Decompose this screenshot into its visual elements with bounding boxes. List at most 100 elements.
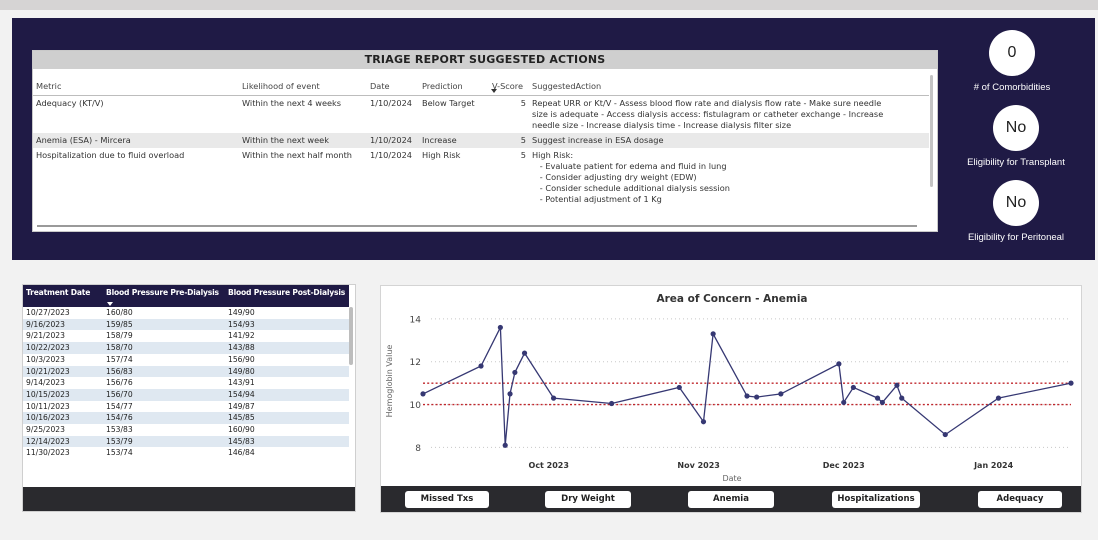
- hemoglobin-point: [942, 431, 948, 438]
- triage-action-line: Repeat URR or Kt/V - Assess blood flow r…: [532, 97, 882, 108]
- treatment-cell-date: 10/11/2023: [26, 401, 70, 411]
- treatment-cell-bp-post: 154/94: [225, 388, 349, 401]
- treatment-cell-date: 9/21/2023: [26, 331, 65, 341]
- x-axis-label: Date: [722, 474, 741, 483]
- treatment-cell-date: 11/30/2023: [26, 448, 70, 458]
- triage-scrollbar[interactable]: [930, 75, 933, 187]
- triage-row[interactable]: Adequacy (KT/V) Within the next 4 weeks 1/…: [33, 95, 929, 133]
- treatment-table: Treatment Date Blood Pressure Pre-Dialys…: [23, 285, 349, 459]
- triage-table: Metric Likelihood of event Date Predicti…: [33, 69, 929, 207]
- treatment-row[interactable]: 10/16/2023 154/76 145/85: [23, 412, 349, 425]
- nav-button-missed-txs[interactable]: Missed Txs: [405, 491, 489, 508]
- triage-cell-date: 1/10/2024: [370, 149, 412, 160]
- nav-button-hospitalizations[interactable]: Hospitalizations: [832, 491, 920, 508]
- y-tick-label: 12: [410, 358, 421, 368]
- treatment-footer-bar: [23, 487, 355, 511]
- col-suggested-action[interactable]: SuggestedAction: [529, 69, 929, 96]
- treatment-row[interactable]: 10/3/2023 157/74 156/90: [23, 354, 349, 366]
- treatment-cell-bp-pre: 154/76: [103, 412, 225, 425]
- hemoglobin-point: [899, 395, 905, 401]
- treatment-cell-bp-post: 149/90: [228, 308, 255, 317]
- hemoglobin-point: [521, 350, 528, 356]
- col-prediction[interactable]: Prediction: [419, 69, 489, 96]
- hemoglobin-point: [1068, 380, 1074, 386]
- sort-desc-icon: [107, 302, 113, 306]
- col-treatment-date[interactable]: Treatment Date: [23, 285, 103, 307]
- col-bp-pre-label: Blood Pressure Pre-Dialysis: [106, 288, 219, 297]
- treatment-row[interactable]: 12/14/2023 153/79 145/83: [23, 435, 349, 448]
- hemoglobin-point: [995, 395, 1002, 401]
- treatment-row[interactable]: 10/11/2023 154/77 149/87: [23, 401, 349, 413]
- triage-cell-action: High Risk: - Evaluate patient for edema …: [529, 148, 929, 207]
- triage-action-line: size is adequate - Access dialysis acces…: [532, 108, 884, 119]
- treatment-row[interactable]: 9/25/2023 153/83 160/90: [23, 424, 349, 436]
- treatment-row[interactable]: 9/16/2023 159/85 154/93: [23, 318, 349, 331]
- treatment-row[interactable]: 10/21/2023 156/83 149/80: [23, 365, 349, 378]
- treatment-row[interactable]: 9/14/2023 156/76 143/91: [23, 377, 349, 389]
- hemoglobin-point: [502, 442, 508, 448]
- treatment-cell-date: 10/15/2023: [23, 388, 103, 401]
- nav-button-adequacy[interactable]: Adequacy: [978, 491, 1062, 508]
- kpi-comorbidities-label: # of Comorbidities: [973, 82, 1051, 93]
- hemoglobin-point: [478, 363, 484, 369]
- treatment-cell-date: 12/14/2023: [23, 435, 103, 448]
- treatment-cell-date: 10/3/2023: [26, 354, 65, 364]
- kpi-transplant-label: Eligibility for Transplant: [967, 157, 1065, 168]
- treatment-row[interactable]: 10/27/2023 160/80 149/90: [23, 307, 349, 319]
- x-tick-label: Oct 2023: [529, 461, 569, 470]
- treatment-cell-bp-pre: 156/70: [103, 388, 225, 401]
- treatment-cell-bp-post: 143/88: [225, 342, 349, 354]
- triage-title: TRIAGE REPORT SUGGESTED ACTIONS: [33, 51, 937, 69]
- nav-button-anemia[interactable]: Anemia: [688, 491, 774, 508]
- treatment-cell-bp-post: 145/85: [225, 412, 349, 425]
- treatment-cell-bp-pre: 158/70: [103, 342, 225, 354]
- triage-row[interactable]: Anemia (ESA) - Mircera Within the next we…: [33, 132, 929, 148]
- treatment-cell-bp-pre: 158/79: [106, 331, 133, 341]
- treatment-row[interactable]: 10/15/2023 156/70 154/94: [23, 388, 349, 401]
- treatment-cell-bp-pre: 154/77: [106, 401, 133, 411]
- kpi-comorbidities-value: 0: [989, 30, 1035, 76]
- triage-action-line: - Potential adjustment of 1 Kg: [532, 193, 662, 204]
- treatment-table-panel: Treatment Date Blood Pressure Pre-Dialys…: [22, 284, 356, 512]
- treatment-cell-date: 10/27/2023: [26, 308, 70, 317]
- triage-cell-metric: Anemia (ESA) - Mircera: [33, 132, 239, 148]
- treatment-cell-bp-post: 154/93: [225, 318, 349, 331]
- hemoglobin-point: [744, 393, 750, 399]
- y-tick-label: 10: [410, 401, 422, 411]
- triage-horizontal-scrollbar[interactable]: [37, 225, 917, 227]
- col-bp-pre[interactable]: Blood Pressure Pre-Dialysis: [103, 285, 225, 307]
- anemia-chart-panel: Area of Concern - Anemia 8 10 12 14 Hemoglobi…: [380, 285, 1082, 513]
- triage-cell-metric: Adequacy (KT/V): [36, 97, 104, 108]
- treatment-cell-date: 9/25/2023: [26, 425, 65, 435]
- triage-cell-vscore: 5: [489, 132, 529, 148]
- triage-row[interactable]: Hospitalization due to fluid overload Wit…: [33, 148, 929, 207]
- col-vscore[interactable]: V-Score: [489, 69, 529, 96]
- treatment-cell-bp-post: 146/84: [228, 448, 255, 458]
- treatment-cell-bp-pre: 153/79: [103, 435, 225, 448]
- treatment-header-row: Treatment Date Blood Pressure Pre-Dialys…: [23, 285, 349, 307]
- treatment-row[interactable]: 9/21/2023 158/79 141/92: [23, 330, 349, 342]
- hemoglobin-point: [836, 361, 842, 367]
- nav-button-dry-weight[interactable]: Dry Weight: [545, 491, 631, 508]
- triage-cell-action: Repeat URR or Kt/V - Assess blood flow r…: [529, 95, 929, 133]
- kpi-comorbidities: 0 # of Comorbidities: [952, 30, 1072, 93]
- kpi-transplant-value: No: [993, 105, 1039, 151]
- x-tick-label: Jan 2024: [973, 461, 1014, 470]
- treatment-cell-bp-post: 156/90: [228, 354, 255, 364]
- hemoglobin-point: [710, 331, 716, 337]
- col-metric[interactable]: Metric: [33, 69, 239, 96]
- treatment-scrollbar[interactable]: [349, 307, 353, 365]
- col-likelihood[interactable]: Likelihood of event: [239, 69, 367, 96]
- treatment-cell-bp-post: 149/87: [228, 401, 255, 411]
- treatment-cell-bp-pre: 153/74: [106, 448, 133, 458]
- col-date[interactable]: Date: [367, 69, 419, 96]
- treatment-row[interactable]: 10/22/2023 158/70 143/88: [23, 342, 349, 354]
- col-bp-post[interactable]: Blood Pressure Post-Dialysis: [225, 285, 349, 307]
- treatment-row[interactable]: 11/30/2023 153/74 146/84: [23, 447, 349, 459]
- triage-cell-likelihood: Within the next week: [239, 132, 367, 148]
- triage-cell-date: 1/10/2024: [370, 97, 412, 108]
- triage-cell-prediction: High Risk: [422, 149, 461, 160]
- hemoglobin-point: [512, 369, 518, 376]
- triage-header-row: Metric Likelihood of event Date Predicti…: [33, 69, 929, 96]
- hemoglobin-point: [874, 395, 881, 401]
